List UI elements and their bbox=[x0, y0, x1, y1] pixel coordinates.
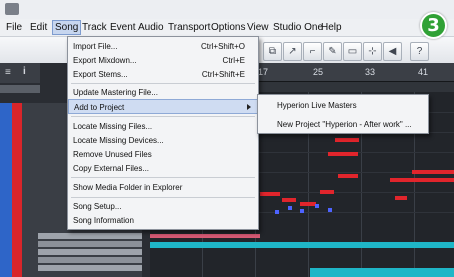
menu-item-label: Copy External Files... bbox=[73, 164, 150, 173]
menu-separator bbox=[71, 177, 255, 178]
menu-separator bbox=[71, 197, 255, 198]
menu-item-label: Locate Missing Devices... bbox=[73, 136, 164, 145]
menu-item-export-mixdown[interactable]: Export Mixdown... Ctrl+E bbox=[68, 53, 258, 68]
track-row[interactable] bbox=[38, 233, 142, 239]
menu-edit[interactable]: Edit bbox=[30, 22, 47, 33]
keyboard-blue-strip bbox=[0, 103, 12, 277]
menu-item-export-stems[interactable]: Export Stems... Ctrl+Shift+E bbox=[68, 67, 258, 82]
menu-separator bbox=[71, 116, 255, 117]
eraser-tool-icon[interactable]: ▭ bbox=[343, 42, 362, 61]
menu-item-show-media-folder[interactable]: Show Media Folder in Explorer bbox=[68, 180, 258, 195]
bar-number: 25 bbox=[313, 67, 324, 77]
arrange-tool-icon[interactable]: ⧉ bbox=[263, 42, 282, 61]
menu-studio-one[interactable]: Studio One bbox=[273, 22, 323, 33]
menu-item-label: Import File... bbox=[73, 42, 118, 51]
menu-transport[interactable]: Transport bbox=[168, 22, 210, 33]
menu-track[interactable]: Track bbox=[82, 22, 107, 33]
midi-note[interactable] bbox=[338, 174, 358, 178]
menu-audio[interactable]: Audio bbox=[138, 22, 164, 33]
step-number-badge: 3 bbox=[420, 12, 447, 39]
menu-item-update-mastering-file[interactable]: Update Mastering File... bbox=[68, 85, 258, 100]
menu-item-label: Song Setup... bbox=[73, 202, 122, 211]
bar-number: 33 bbox=[365, 67, 376, 77]
pencil-tool-icon[interactable]: ✎ bbox=[323, 42, 342, 61]
track-row[interactable] bbox=[38, 249, 142, 255]
bar-number: 17 bbox=[258, 67, 269, 77]
submenu-arrow-icon bbox=[247, 104, 251, 110]
add-to-project-submenu: Hyperion Live Masters New Project "Hyper… bbox=[257, 94, 429, 134]
menu-item-song-setup[interactable]: Song Setup... bbox=[68, 199, 258, 214]
song-menu: Import File... Ctrl+Shift+O Export Mixdo… bbox=[67, 36, 259, 230]
menu-item-add-to-project[interactable]: Add to Project bbox=[68, 99, 258, 114]
menu-event[interactable]: Event bbox=[110, 22, 136, 33]
menu-file[interactable]: File bbox=[6, 22, 22, 33]
menu-item-shortcut: Ctrl+E bbox=[222, 56, 245, 65]
menu-item-label: Add to Project bbox=[74, 103, 125, 112]
menu-item-shortcut: Ctrl+Shift+E bbox=[201, 70, 245, 79]
audio-event[interactable] bbox=[310, 268, 454, 277]
track-row[interactable] bbox=[38, 241, 142, 247]
submenu-item-hyperion-live-masters[interactable]: Hyperion Live Masters bbox=[277, 101, 357, 110]
midi-note[interactable] bbox=[288, 206, 292, 210]
app-icon bbox=[5, 3, 19, 15]
menu-song[interactable]: Song bbox=[52, 20, 82, 35]
midi-note[interactable] bbox=[300, 209, 304, 213]
menu-item-label: Export Mixdown... bbox=[73, 56, 137, 65]
midi-note[interactable] bbox=[320, 190, 334, 194]
track-row[interactable] bbox=[38, 257, 142, 263]
midi-note[interactable] bbox=[300, 202, 316, 206]
midi-note[interactable] bbox=[395, 196, 407, 200]
submenu-item-new-project[interactable]: New Project "Hyperion - After work" ... bbox=[277, 120, 412, 129]
menu-item-label: Export Stems... bbox=[73, 70, 128, 79]
midi-note[interactable] bbox=[275, 210, 279, 214]
menu-item-label: Locate Missing Files... bbox=[73, 122, 153, 131]
speaker-icon[interactable]: ◀ bbox=[383, 42, 402, 61]
menu-item-label: Song Information bbox=[73, 216, 134, 225]
midi-note[interactable] bbox=[412, 170, 454, 174]
menu-item-remove-unused-files[interactable]: Remove Unused Files bbox=[68, 147, 258, 162]
menu-item-locate-missing-files[interactable]: Locate Missing Files... bbox=[68, 119, 258, 134]
midi-note[interactable] bbox=[282, 198, 296, 202]
info-icon[interactable]: i bbox=[23, 66, 26, 77]
menu-item-copy-external-files[interactable]: Copy External Files... bbox=[68, 161, 258, 176]
midi-note[interactable] bbox=[328, 208, 332, 212]
title-bar bbox=[0, 0, 454, 20]
automation-lane[interactable] bbox=[150, 234, 260, 238]
midi-note[interactable] bbox=[390, 178, 454, 182]
menu-item-label: Update Mastering File... bbox=[73, 88, 158, 97]
menu-item-import-file[interactable]: Import File... Ctrl+Shift+O bbox=[68, 39, 258, 54]
menu-item-song-information[interactable]: Song Information bbox=[68, 213, 258, 228]
pointer-tool-icon[interactable]: ↗ bbox=[283, 42, 302, 61]
audio-event[interactable] bbox=[150, 242, 454, 248]
menu-item-label: Show Media Folder in Explorer bbox=[73, 183, 183, 192]
list-icon[interactable]: ≡ bbox=[5, 67, 11, 78]
midi-note[interactable] bbox=[335, 138, 359, 142]
midi-note[interactable] bbox=[315, 204, 319, 208]
split-tool-icon[interactable]: ⊹ bbox=[363, 42, 382, 61]
menu-item-label: Remove Unused Files bbox=[73, 150, 152, 159]
menu-help[interactable]: Help bbox=[321, 22, 342, 33]
midi-note[interactable] bbox=[328, 152, 358, 156]
menu-item-locate-missing-devices[interactable]: Locate Missing Devices... bbox=[68, 133, 258, 148]
range-tool-icon[interactable]: ⌐ bbox=[303, 42, 322, 61]
help-icon[interactable]: ? bbox=[410, 42, 429, 61]
panel-header: ≡ i bbox=[0, 63, 40, 83]
track-row[interactable] bbox=[38, 265, 142, 271]
menu-item-shortcut: Ctrl+Shift+O bbox=[200, 42, 245, 51]
menu-bar: File Edit Song Track Event Audio Transpo… bbox=[0, 19, 454, 37]
menu-view[interactable]: View bbox=[247, 22, 269, 33]
midi-note[interactable] bbox=[260, 192, 280, 196]
keyboard-red-strip bbox=[12, 103, 22, 277]
menu-options[interactable]: Options bbox=[211, 22, 245, 33]
menu-separator bbox=[71, 83, 255, 84]
zoom-controls[interactable] bbox=[0, 85, 40, 93]
bar-number: 41 bbox=[418, 67, 429, 77]
